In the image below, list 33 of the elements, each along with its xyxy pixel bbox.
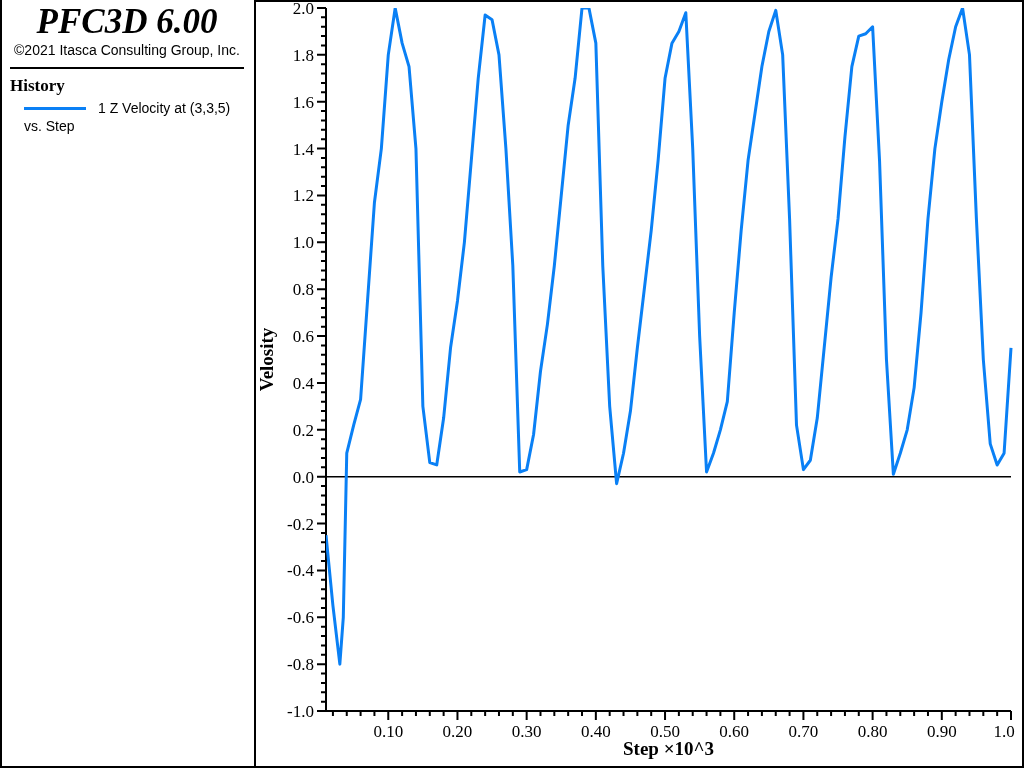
y-tick-label: 1.0	[292, 233, 314, 253]
x-tick-label: 1.0	[993, 722, 1015, 741]
y-tick-label: 0.0	[292, 467, 314, 487]
y-tick-label: 1.8	[292, 45, 314, 65]
y-tick-label: 1.2	[292, 186, 314, 206]
x-tick-label: 0.80	[857, 722, 888, 741]
x-axis-label: Step ×10^3	[623, 738, 714, 759]
y-tick-label: 0.6	[292, 327, 314, 347]
x-tick-label: 0.50	[650, 722, 680, 741]
y-tick-label: -0.2	[287, 514, 314, 534]
y-tick-label: -1.0	[287, 702, 314, 721]
y-tick-label: 2.0	[292, 2, 314, 18]
copyright-text: ©2021 Itasca Consulting Group, Inc.	[14, 42, 240, 58]
app-title: PFC3D 6.00	[36, 4, 218, 40]
y-tick-label: 0.4	[292, 373, 314, 393]
x-tick-label: 0.10	[373, 722, 404, 741]
x-tick-label: 0.60	[719, 722, 750, 741]
x-tick-label: 0.20	[442, 722, 473, 741]
x-tick-label: 0.30	[511, 722, 542, 741]
y-tick-label: 1.4	[292, 139, 314, 159]
y-tick-label: 0.2	[292, 420, 314, 440]
x-tick-label: 0.90	[926, 722, 957, 741]
y-tick-label: -0.4	[287, 561, 314, 581]
legend-footer: vs. Step	[24, 118, 75, 134]
legend-label: 1 Z Velocity at (3,3,5)	[98, 100, 231, 116]
x-tick-label: 0.70	[788, 722, 819, 741]
y-tick-label: 0.8	[292, 280, 314, 300]
y-tick-label: -0.8	[287, 655, 314, 675]
y-tick-label: -0.6	[287, 608, 314, 628]
y-axis-label: Velosity	[256, 327, 277, 392]
legend-heading: History	[10, 76, 65, 96]
x-tick-label: 0.40	[580, 722, 611, 741]
y-tick-label: 1.6	[292, 92, 314, 112]
